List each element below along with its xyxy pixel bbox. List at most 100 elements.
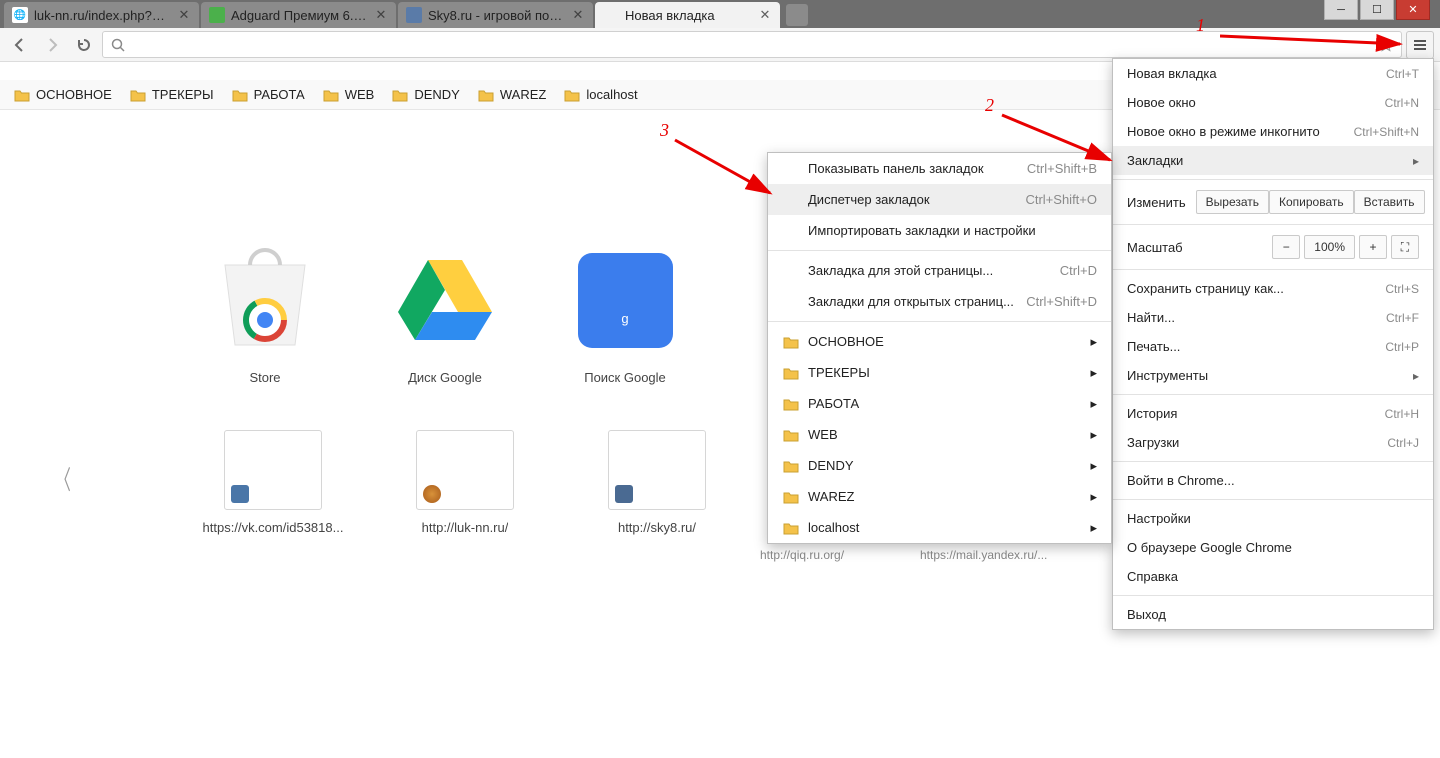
tile-label: http://sky8.ru/ xyxy=(618,520,696,535)
bookmark-folder[interactable]: ТРЕКЕРЫ xyxy=(130,87,214,103)
fullscreen-button[interactable]: ⛶ xyxy=(1391,235,1419,259)
most-visited-tile[interactable]: https://vk.com/id53818... xyxy=(218,430,328,535)
submenu-item-bookmark-open-pages[interactable]: Закладки для открытых страниц...Ctrl+Shi… xyxy=(768,286,1111,317)
close-icon[interactable]: ✕ xyxy=(571,8,585,22)
close-icon[interactable]: ✕ xyxy=(374,8,388,22)
address-bar[interactable] xyxy=(102,31,1402,58)
store-icon xyxy=(209,240,321,360)
bookmark-folder[interactable]: localhost xyxy=(564,87,637,103)
menu-separator xyxy=(1113,394,1433,395)
menu-item-bookmarks[interactable]: Закладки▸ xyxy=(1113,146,1433,175)
menu-item-help[interactable]: Справка xyxy=(1113,562,1433,591)
window-maximize-button[interactable]: ☐ xyxy=(1360,0,1394,20)
submenu-folder[interactable]: localhost▸ xyxy=(768,512,1111,543)
tab-title: luk-nn.ru/index.php?view... xyxy=(34,8,171,23)
chevron-right-icon: ▸ xyxy=(1090,520,1097,536)
menu-item-downloads[interactable]: ЗагрузкиCtrl+J xyxy=(1113,428,1433,457)
menu-item-incognito[interactable]: Новое окно в режиме инкогнитоCtrl+Shift+… xyxy=(1113,117,1433,146)
edit-caption: Изменить xyxy=(1127,195,1186,210)
bookmark-folder[interactable]: РАБОТА xyxy=(232,87,305,103)
tile-label: http://qiq.ru.org/ xyxy=(760,548,844,562)
paste-button[interactable]: Вставить xyxy=(1354,190,1425,214)
favicon-icon xyxy=(406,7,422,23)
tab-title: Adguard Премиум 6.0.22... xyxy=(231,8,368,23)
copy-button[interactable]: Копировать xyxy=(1269,190,1354,214)
submenu-item-import[interactable]: Импортировать закладки и настройки xyxy=(768,215,1111,246)
most-visited-tile[interactable]: http://sky8.ru/ xyxy=(602,430,712,535)
bookmark-folder[interactable]: DENDY xyxy=(392,87,460,103)
chevron-right-icon: ▸ xyxy=(1090,365,1097,381)
submenu-folder[interactable]: РАБОТА▸ xyxy=(768,388,1111,419)
reload-button[interactable] xyxy=(70,31,98,59)
chevron-right-icon: ▸ xyxy=(1090,334,1097,350)
annotation-number: 3 xyxy=(660,120,669,141)
svg-text:g: g xyxy=(621,311,628,326)
submenu-folder[interactable]: DENDY▸ xyxy=(768,450,1111,481)
close-icon[interactable]: ✕ xyxy=(758,8,772,22)
zoom-value: 100% xyxy=(1304,235,1355,259)
menu-item-print[interactable]: Печать...Ctrl+P xyxy=(1113,332,1433,361)
tile-label: Поиск Google xyxy=(584,370,666,385)
browser-tab[interactable]: Adguard Премиум 6.0.22... ✕ xyxy=(201,2,396,28)
pager-left-button[interactable]: 〈 xyxy=(55,460,71,497)
submenu-folder[interactable]: ОСНОВНОЕ▸ xyxy=(768,326,1111,357)
vk-icon xyxy=(231,485,249,503)
menu-item-tools[interactable]: Инструменты▸ xyxy=(1113,361,1433,390)
site-icon xyxy=(615,485,633,503)
zoom-out-button[interactable]: − xyxy=(1272,235,1300,259)
menu-item-find[interactable]: Найти...Ctrl+F xyxy=(1113,303,1433,332)
app-tile-google-search[interactable]: g Поиск Google xyxy=(570,240,680,385)
annotation-arrow-icon xyxy=(670,135,780,205)
menu-item-history[interactable]: ИсторияCtrl+H xyxy=(1113,399,1433,428)
new-tab-button[interactable] xyxy=(786,4,808,26)
app-tile-store[interactable]: Store xyxy=(210,240,320,385)
submenu-item-bookmark-manager[interactable]: Диспетчер закладокCtrl+Shift+O xyxy=(768,184,1111,215)
cut-button[interactable]: Вырезать xyxy=(1196,190,1269,214)
bookmark-label: ТРЕКЕРЫ xyxy=(152,87,214,102)
submenu-folder[interactable]: WAREZ▸ xyxy=(768,481,1111,512)
bookmark-label: ОСНОВНОЕ xyxy=(36,87,112,102)
bookmark-label: localhost xyxy=(586,87,637,102)
browser-tab[interactable]: Новая вкладка ✕ xyxy=(595,2,780,28)
chevron-right-icon: ▸ xyxy=(1413,154,1419,168)
site-icon xyxy=(423,485,441,503)
menu-edit-row: Изменить Вырезать Копировать Вставить xyxy=(1113,184,1433,220)
submenu-folder[interactable]: WEB▸ xyxy=(768,419,1111,450)
window-close-button[interactable]: ✕ xyxy=(1396,0,1430,20)
bookmark-folder[interactable]: WEB xyxy=(323,87,375,103)
bookmark-folder[interactable]: WAREZ xyxy=(478,87,546,103)
window-minimize-button[interactable]: ─ xyxy=(1324,0,1358,20)
back-button[interactable] xyxy=(6,31,34,59)
forward-button[interactable] xyxy=(38,31,66,59)
menu-item-settings[interactable]: Настройки xyxy=(1113,504,1433,533)
favicon-icon xyxy=(603,7,619,23)
favicon-icon xyxy=(209,7,225,23)
menu-separator xyxy=(1113,595,1433,596)
menu-item-new-window[interactable]: Новое окноCtrl+N xyxy=(1113,88,1433,117)
browser-tab[interactable]: Sky8.ru - игровой портал ✕ xyxy=(398,2,593,28)
tile-label: https://mail.yandex.ru/... xyxy=(920,548,1047,562)
menu-item-save-as[interactable]: Сохранить страницу как...Ctrl+S xyxy=(1113,274,1433,303)
menu-item-new-tab[interactable]: Новая вкладкаCtrl+T xyxy=(1113,59,1433,88)
submenu-folder[interactable]: ТРЕКЕРЫ▸ xyxy=(768,357,1111,388)
tab-title: Sky8.ru - игровой портал xyxy=(428,8,565,23)
zoom-in-button[interactable]: + xyxy=(1359,235,1387,259)
menu-item-about[interactable]: О браузере Google Chrome xyxy=(1113,533,1433,562)
search-icon xyxy=(111,38,125,52)
menu-item-exit[interactable]: Выход xyxy=(1113,600,1433,629)
menu-separator xyxy=(1113,269,1433,270)
browser-tab[interactable]: 🌐 luk-nn.ru/index.php?view... ✕ xyxy=(4,2,199,28)
annotation-number: 2 xyxy=(985,95,994,116)
chevron-right-icon: ▸ xyxy=(1413,369,1419,383)
tile-label: Store xyxy=(249,370,280,385)
annotation-number: 1 xyxy=(1196,15,1205,36)
bookmark-folder[interactable]: ОСНОВНОЕ xyxy=(14,87,112,103)
drive-icon xyxy=(389,240,501,360)
menu-item-signin[interactable]: Войти в Chrome... xyxy=(1113,466,1433,495)
close-icon[interactable]: ✕ xyxy=(177,8,191,22)
most-visited-tile[interactable]: http://luk-nn.ru/ xyxy=(410,430,520,535)
app-tile-drive[interactable]: Диск Google xyxy=(390,240,500,385)
submenu-item-bookmark-page[interactable]: Закладка для этой страницы...Ctrl+D xyxy=(768,255,1111,286)
bookmarks-submenu: Показывать панель закладокCtrl+Shift+B Д… xyxy=(767,152,1112,544)
zoom-caption: Масштаб xyxy=(1127,240,1183,255)
